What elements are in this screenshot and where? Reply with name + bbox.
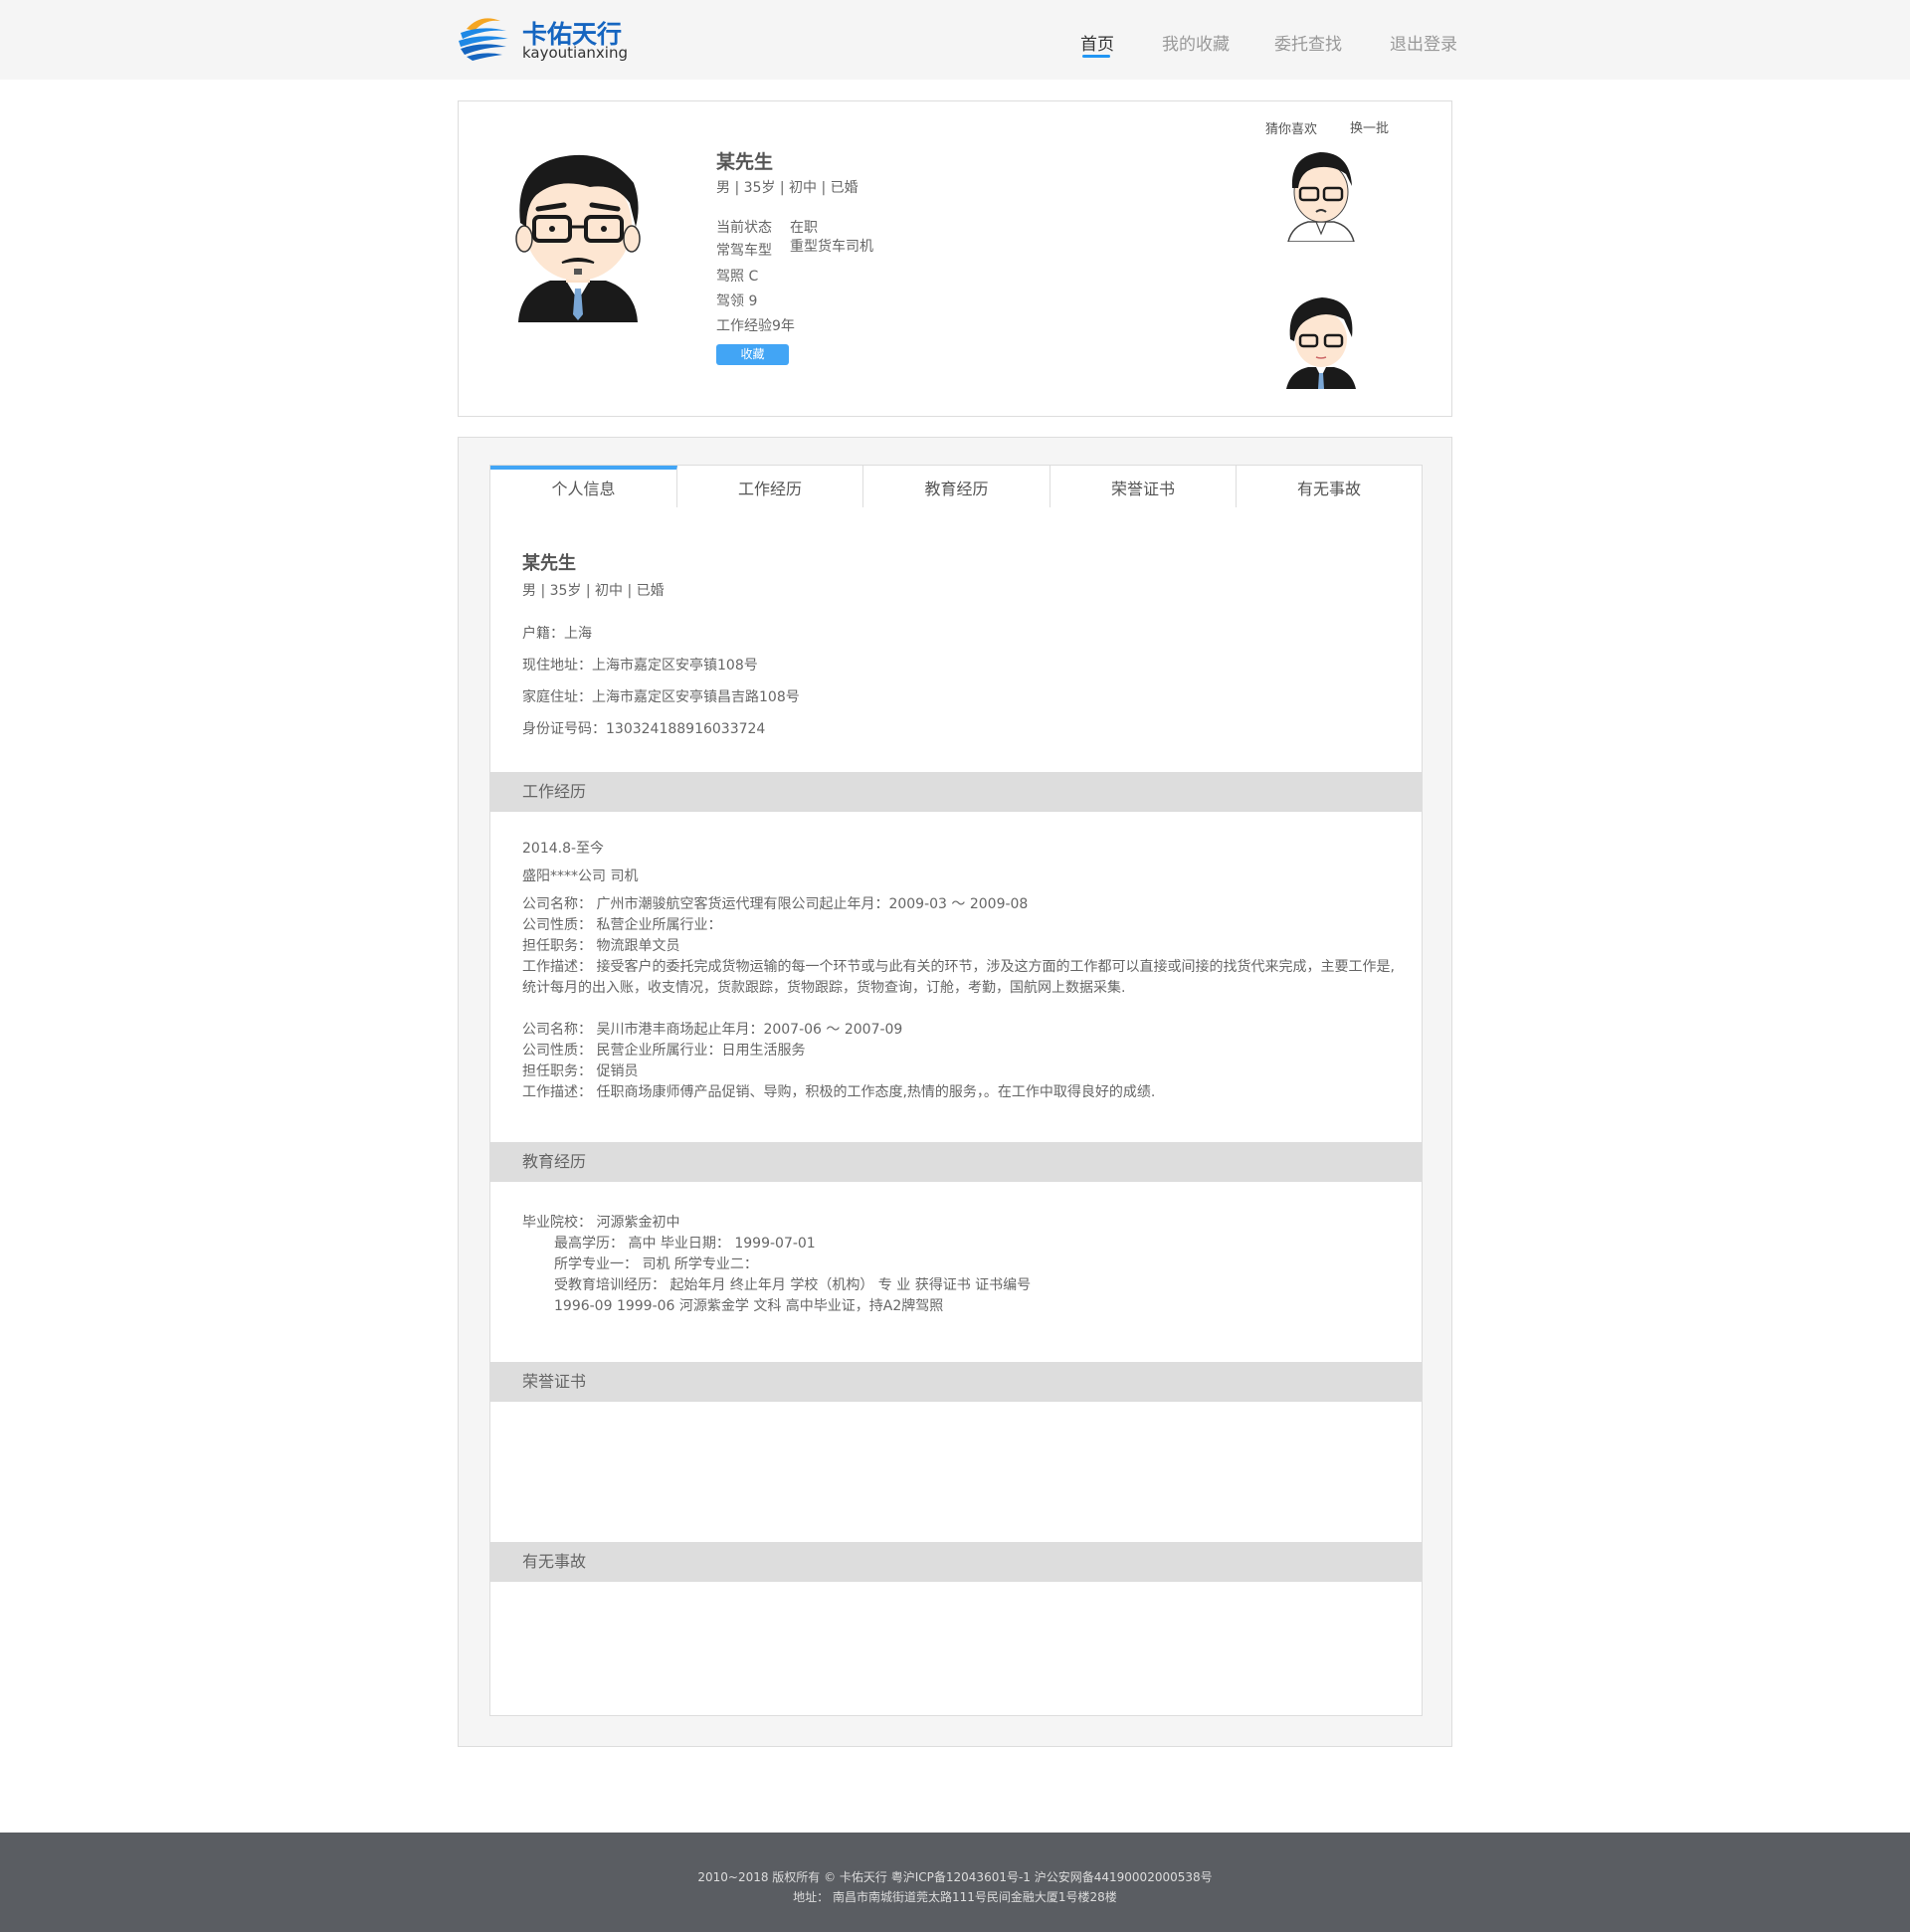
tab-honors[interactable]: 荣誉证书 [1050,466,1237,507]
hukou: 户籍：上海 [522,626,592,642]
refresh-link[interactable]: 换一批 [1350,117,1389,136]
education-line: 毕业院校： 河源紫金初中 [522,1215,680,1231]
license-years-row: 驾领 9 [716,293,758,309]
status-label: 当前状态 [716,220,772,236]
nav-active-indicator [1082,55,1110,58]
education-line: 1996-09 1999-06 河源紫金学 文科 高中毕业证，持A2牌驾照 [554,1298,944,1314]
work-line: 担任职务： 物流跟单文员 [522,938,680,954]
tab-bar: 个人信息 工作经历 教育经历 荣誉证书 有无事故 [490,466,1422,507]
recommended-avatar[interactable] [1280,290,1362,389]
profile-card: 某先生 男 | 35岁 | 初中 | 已婚 当前状态 在职 常驾车型 重型货车司… [458,100,1452,417]
favorite-button[interactable]: 收藏 [716,344,789,365]
license-row: 驾照 C [716,269,759,285]
vehicle-label: 常驾车型 [716,243,772,259]
work-line: 担任职务： 促销员 [522,1063,639,1079]
nav-logout[interactable]: 退出登录 [1390,30,1457,55]
section-education: 教育经历 [490,1142,1422,1182]
work-line: 工作描述： 接受客户的委托完成货物运输的每一个环节或与此有关的环节，涉及这方面的… [522,959,1395,975]
work-line: 统计每月的出入账，收支情况，货款跟踪，货物跟踪，货物查询，订舱，考勤，国航网上数… [522,980,1126,996]
education-line: 所学专业一： 司机 所学专业二： [554,1256,758,1272]
home-address: 家庭住址：上海市嘉定区安亭镇昌吉路108号 [522,689,800,705]
footer-address: 地址： 南昌市南城街道莞太路111号民间金融大厦1号楼28楼 [793,1890,1117,1904]
candidate-summary: 男 | 35岁 | 初中 | 已婚 [716,180,859,196]
logo-icon [459,18,508,61]
work-line: 公司名称： 广州市潮骏航空客货运代理有限公司起止年月：2009-03 ～ 200… [522,896,1029,912]
nav-entrust-search[interactable]: 委托查找 [1274,30,1342,55]
nav-favorites[interactable]: 我的收藏 [1162,30,1230,55]
id-number: 身份证号码：130324188916033724 [522,721,766,737]
recommend-label: 猜你喜欢 [1265,122,1318,137]
footer-copyright: 2010~2018 版权所有 © 卡佑天行 粤沪ICP备12043601号-1 … [697,1870,1213,1884]
tab-education[interactable]: 教育经历 [863,466,1050,507]
work-line: 公司名称： 吴川市港丰商场起止年月：2007-06 ～ 2007-09 [522,1022,903,1038]
section-accidents: 有无事故 [490,1542,1422,1582]
nav-home[interactable]: 首页 [1080,30,1114,55]
tab-accidents[interactable]: 有无事故 [1237,466,1422,507]
work-line: 公司性质： 私营企业所属行业： [522,917,722,933]
status-value: 在职 [790,220,818,236]
recommended-avatar[interactable] [1280,142,1362,242]
avatar [515,154,641,322]
detail-panel: 个人信息 工作经历 教育经历 荣誉证书 有无事故 某先生 男 | 35岁 | 初… [458,437,1452,1747]
logo[interactable]: 卡佑天行 kayoutianxing [457,11,628,63]
tab-work-history[interactable]: 工作经历 [677,466,863,507]
work-period: 2014.8-至今 [522,841,605,857]
education-line: 最高学历： 高中 毕业日期： 1999-07-01 [554,1236,816,1252]
current-address: 现住地址：上海市嘉定区安亭镇108号 [522,658,758,674]
work-line: 工作描述： 任职商场康师傅产品促销、导购，积极的工作态度,热情的服务，。在工作中… [522,1084,1156,1100]
top-bar: 卡佑天行 kayoutianxing 首页 我的收藏 委托查找 退出登录 [0,0,1910,80]
personal-summary: 男 | 35岁 | 初中 | 已婚 [522,583,665,599]
education-line: 受教育培训经历： 起始年月 终止年月 学校（机构） 专 业 获得证书 证书编号 [554,1277,1032,1293]
experience-row: 工作经验9年 [716,318,795,334]
vehicle-value: 重型货车司机 [790,239,873,255]
section-work-history: 工作经历 [490,772,1422,812]
work-line: 公司性质： 民营企业所属行业：日用生活服务 [522,1043,806,1059]
candidate-name: 某先生 [716,151,774,173]
logo-subtitle: kayoutianxing [522,44,628,62]
tab-personal-info[interactable]: 个人信息 [490,466,677,507]
work-current: 盛阳****公司 司机 [522,869,639,884]
personal-name: 某先生 [522,553,576,574]
section-honors: 荣誉证书 [490,1362,1422,1402]
footer: 2010~2018 版权所有 © 卡佑天行 粤沪ICP备12043601号-1 … [0,1833,1910,1932]
vehicle-row: 常驾车型 重型货车司机 [716,239,873,260]
status-row: 当前状态 在职 [716,217,818,237]
detail-content: 个人信息 工作经历 教育经历 荣誉证书 有无事故 某先生 男 | 35岁 | 初… [489,465,1423,1716]
